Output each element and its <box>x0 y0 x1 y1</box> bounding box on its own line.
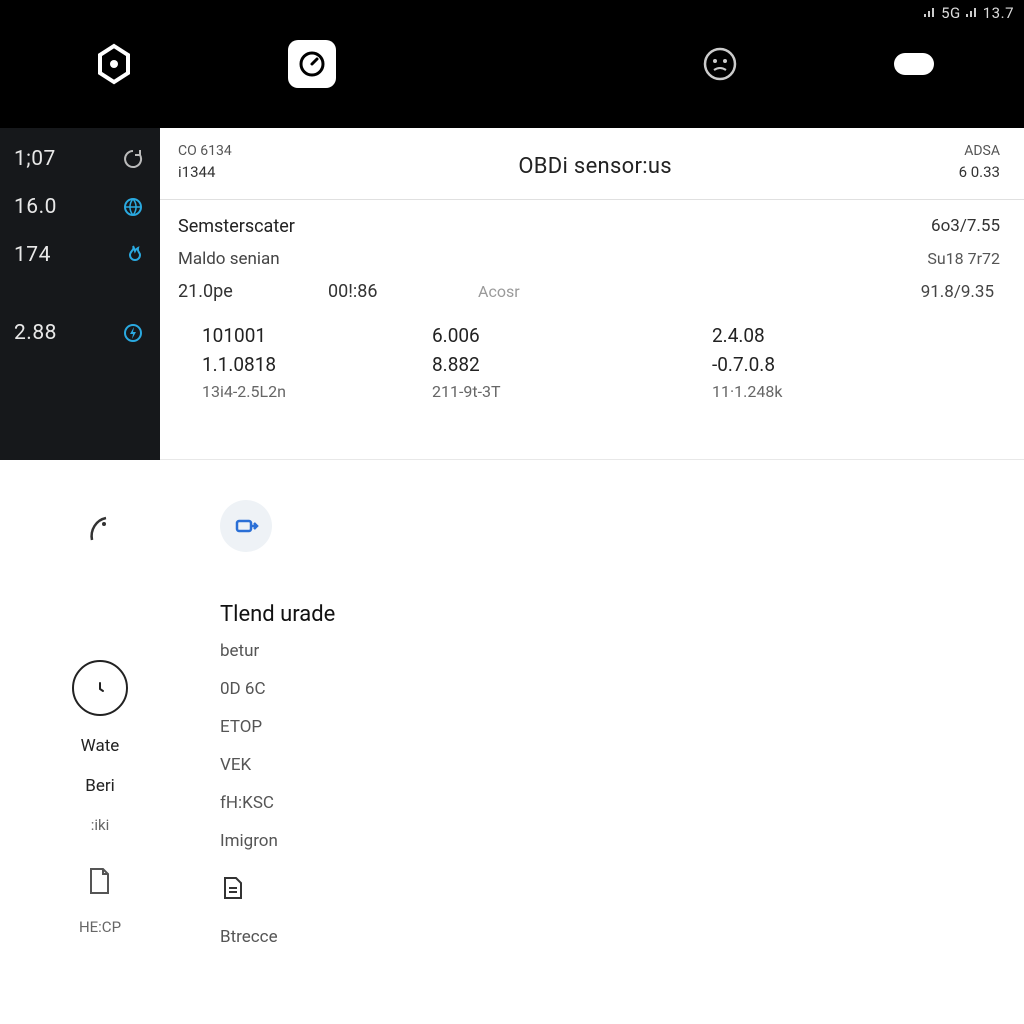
row-value: 6o3/7.55 <box>931 216 1000 236</box>
header-meta-2: i1344 <box>178 162 232 183</box>
back-icon[interactable] <box>80 510 120 550</box>
row-label: Semsterscater <box>178 216 295 237</box>
inline-right: 91.8/9.35 <box>921 282 1000 302</box>
grid-cell: 6.006 <box>432 324 692 347</box>
inline-c: Acosr <box>478 282 520 301</box>
sidebar-row-1[interactable]: 16.0 <box>14 194 146 220</box>
menu-item[interactable]: Imigron <box>220 831 1024 851</box>
panel-header: CO 6134 i1344 OBDi sensor:us ADSA 6 0.33 <box>160 128 1024 191</box>
left-label-3[interactable]: :iki <box>91 816 110 834</box>
toggle-pill[interactable] <box>894 53 934 75</box>
grid-cell: 1.1.0818 <box>202 353 412 376</box>
left-label-2[interactable]: Beri <box>85 776 115 796</box>
header-meta-1: CO 6134 <box>178 142 232 162</box>
status-value: 13.7 <box>983 4 1014 22</box>
data-row-1[interactable]: Maldo senian Su18 7r72 <box>178 243 1000 275</box>
sidebar-value: 1;07 <box>14 147 56 171</box>
section-title: Tlend urade <box>220 602 1024 627</box>
grid-cell: 11·1.248k <box>712 382 972 401</box>
globe-icon <box>120 194 146 220</box>
grid-cell: -0.7.0.8 <box>712 353 972 376</box>
sidebar-row-2[interactable]: 174 <box>14 242 146 268</box>
value-grid: 101001 6.006 2.4.08 1.1.0818 8.882 -0.7.… <box>178 308 1000 401</box>
header-right-2: 6 0.33 <box>959 162 1000 183</box>
grid-cell: 13i4-2.5L2n <box>202 382 412 401</box>
file-icon[interactable] <box>220 875 248 903</box>
data-row-0[interactable]: Semsterscater 6o3/7.55 <box>178 210 1000 243</box>
menu-item[interactable]: 0D 6C <box>220 679 1024 699</box>
lower-section: Wate Beri :iki HE:CP Tlend urade betur 0… <box>0 460 1024 947</box>
document-icon[interactable] <box>84 866 116 898</box>
face-icon[interactable] <box>696 40 744 88</box>
grid-cell: 8.882 <box>432 353 692 376</box>
status-bar: 5G 13.7 <box>923 4 1014 22</box>
sidebar-row-3[interactable]: 2.88 <box>14 320 146 346</box>
sidebar-value: 2.88 <box>14 321 57 345</box>
left-label-1[interactable]: Wate <box>81 736 120 756</box>
sidebar-value: 174 <box>14 243 51 267</box>
header-right-1: ADSA <box>959 142 1000 162</box>
menu-item[interactable]: fH:KSC <box>220 793 1024 813</box>
sidebar-row-0[interactable]: 1;07 <box>14 146 146 172</box>
hex-icon[interactable] <box>90 40 138 88</box>
bolt-icon <box>120 320 146 346</box>
grid-cell: 2.4.08 <box>712 324 972 347</box>
grid-cell: 211-9t-3T <box>432 382 692 401</box>
menu-item[interactable]: VEK <box>220 755 1024 775</box>
left-sidebar: 1;07 16.0 174 2.88 <box>0 128 160 460</box>
signal-icon-2 <box>965 4 979 22</box>
content-middle: 1;07 16.0 174 2.88 CO 6 <box>0 128 1024 460</box>
inline-values: 21.0pe 00!:86 Acosr <box>178 275 520 308</box>
left-label-4[interactable]: HE:CP <box>79 918 121 936</box>
menu-list: betur 0D 6C ETOP VEK fH:KSC Imigron Btre… <box>220 641 1024 947</box>
menu-item[interactable]: ETOP <box>220 717 1024 737</box>
panel-title: OBDi sensor:us <box>232 154 959 179</box>
inline-b: 00!:86 <box>328 281 438 302</box>
signal-icon <box>923 4 937 22</box>
row-value: Su18 7r72 <box>927 249 1000 268</box>
clock-icon[interactable] <box>72 660 128 716</box>
lower-left-col: Wate Beri :iki HE:CP <box>40 500 160 947</box>
grid-cell: 101001 <box>202 324 412 347</box>
export-icon[interactable] <box>220 500 272 552</box>
gauge-icon[interactable] <box>288 40 336 88</box>
refresh-icon <box>120 146 146 172</box>
row-label: Maldo senian <box>178 249 280 269</box>
inline-a: 21.0pe <box>178 281 288 302</box>
network-label: 5G <box>941 4 961 22</box>
sidebar-value: 16.0 <box>14 195 57 219</box>
app-topbar: 5G 13.7 <box>0 0 1024 128</box>
main-panel: CO 6134 i1344 OBDi sensor:us ADSA 6 0.33… <box>160 128 1024 460</box>
menu-item[interactable]: Btrecce <box>220 927 1024 947</box>
menu-item[interactable]: betur <box>220 641 1024 661</box>
fire-icon <box>120 242 146 268</box>
lower-right-col: Tlend urade betur 0D 6C ETOP VEK fH:KSC … <box>220 500 1024 947</box>
